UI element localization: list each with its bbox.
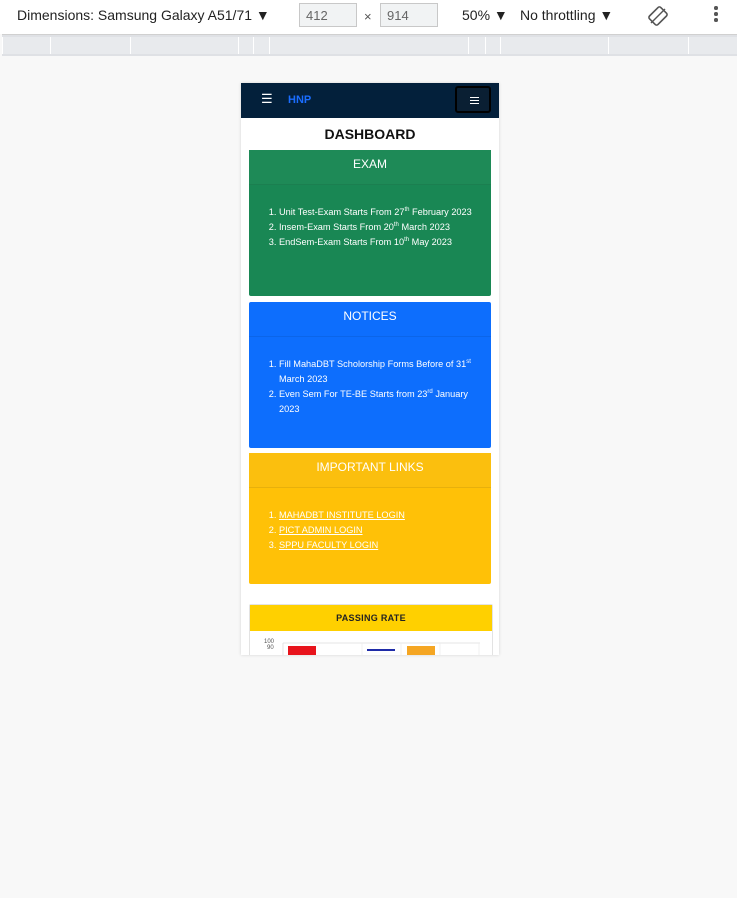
exam-card-title: EXAM bbox=[249, 150, 491, 185]
pict-admin-login-link[interactable]: PICT ADMIN LOGIN bbox=[279, 525, 363, 535]
important-links-card-title: IMPORTANT LINKS bbox=[249, 453, 491, 488]
rotate-icon[interactable] bbox=[647, 5, 669, 27]
device-dimensions-dropdown[interactable]: Dimensions: Samsung Galaxy A51/71 ▼ bbox=[17, 7, 270, 23]
media-query-ruler bbox=[2, 34, 737, 56]
y-tick-label: 90 bbox=[267, 645, 274, 651]
list-item: Even Sem For TE-BE Starts from 23rd Janu… bbox=[279, 387, 483, 417]
exam-list: Unit Test-Exam Starts From 27th February… bbox=[249, 205, 491, 250]
navbar: ☰ HNP bbox=[241, 83, 499, 118]
brand-logo[interactable]: HNP bbox=[288, 94, 311, 106]
list-item: Fill MahaDBT Scholorship Forms Before of… bbox=[279, 357, 483, 387]
chart-bar bbox=[288, 646, 316, 655]
list-item: MAHADBT INSTITUTE LOGIN bbox=[279, 508, 483, 523]
notices-list: Fill MahaDBT Scholorship Forms Before of… bbox=[249, 357, 491, 417]
list-item: SPPU FACULTY LOGIN bbox=[279, 538, 483, 553]
chart-bar bbox=[407, 646, 435, 655]
devtools-device-toolbar: Dimensions: Samsung Galaxy A51/71 ▼ 412 … bbox=[0, 0, 737, 34]
notices-card: NOTICES Fill MahaDBT Scholorship Forms B… bbox=[249, 302, 491, 448]
viewport-width-input[interactable]: 412 bbox=[299, 3, 357, 27]
page-title: DASHBOARD bbox=[324, 126, 416, 142]
list-item: Insem-Exam Starts From 20th March 2023 bbox=[279, 220, 483, 235]
important-links-card: IMPORTANT LINKS MAHADBT INSTITUTE LOGIN … bbox=[249, 453, 491, 584]
list-item: Unit Test-Exam Starts From 27th February… bbox=[279, 205, 483, 220]
links-list: MAHADBT INSTITUTE LOGIN PICT ADMIN LOGIN… bbox=[249, 508, 491, 553]
menu-icon[interactable]: ☰ bbox=[261, 92, 273, 105]
passing-rate-chart: 100 90 bbox=[264, 639, 480, 655]
exam-card: EXAM Unit Test-Exam Starts From 27th Feb… bbox=[249, 150, 491, 296]
sppu-faculty-login-link[interactable]: SPPU FACULTY LOGIN bbox=[279, 540, 378, 550]
throttling-dropdown[interactable]: No throttling ▼ bbox=[520, 7, 613, 23]
mahadbt-login-link[interactable]: MAHADBT INSTITUTE LOGIN bbox=[279, 510, 405, 520]
viewport-height-input[interactable]: 914 bbox=[380, 3, 438, 27]
device-viewport: ☰ HNP DASHBOARD EXAM Unit Test-Exam Star… bbox=[241, 83, 499, 655]
zoom-dropdown[interactable]: 50% ▼ bbox=[462, 7, 508, 23]
notices-card-title: NOTICES bbox=[249, 302, 491, 337]
chart-bar bbox=[367, 649, 395, 651]
more-options-icon[interactable] bbox=[712, 6, 720, 26]
passing-rate-title: PASSING RATE bbox=[250, 605, 492, 631]
dimension-separator: × bbox=[364, 9, 372, 24]
list-item: PICT ADMIN LOGIN bbox=[279, 523, 483, 538]
list-item: EndSem-Exam Starts From 10th May 2023 bbox=[279, 235, 483, 250]
navbar-toggler-button[interactable] bbox=[455, 86, 491, 113]
passing-rate-card: PASSING RATE 100 90 bbox=[249, 604, 493, 655]
